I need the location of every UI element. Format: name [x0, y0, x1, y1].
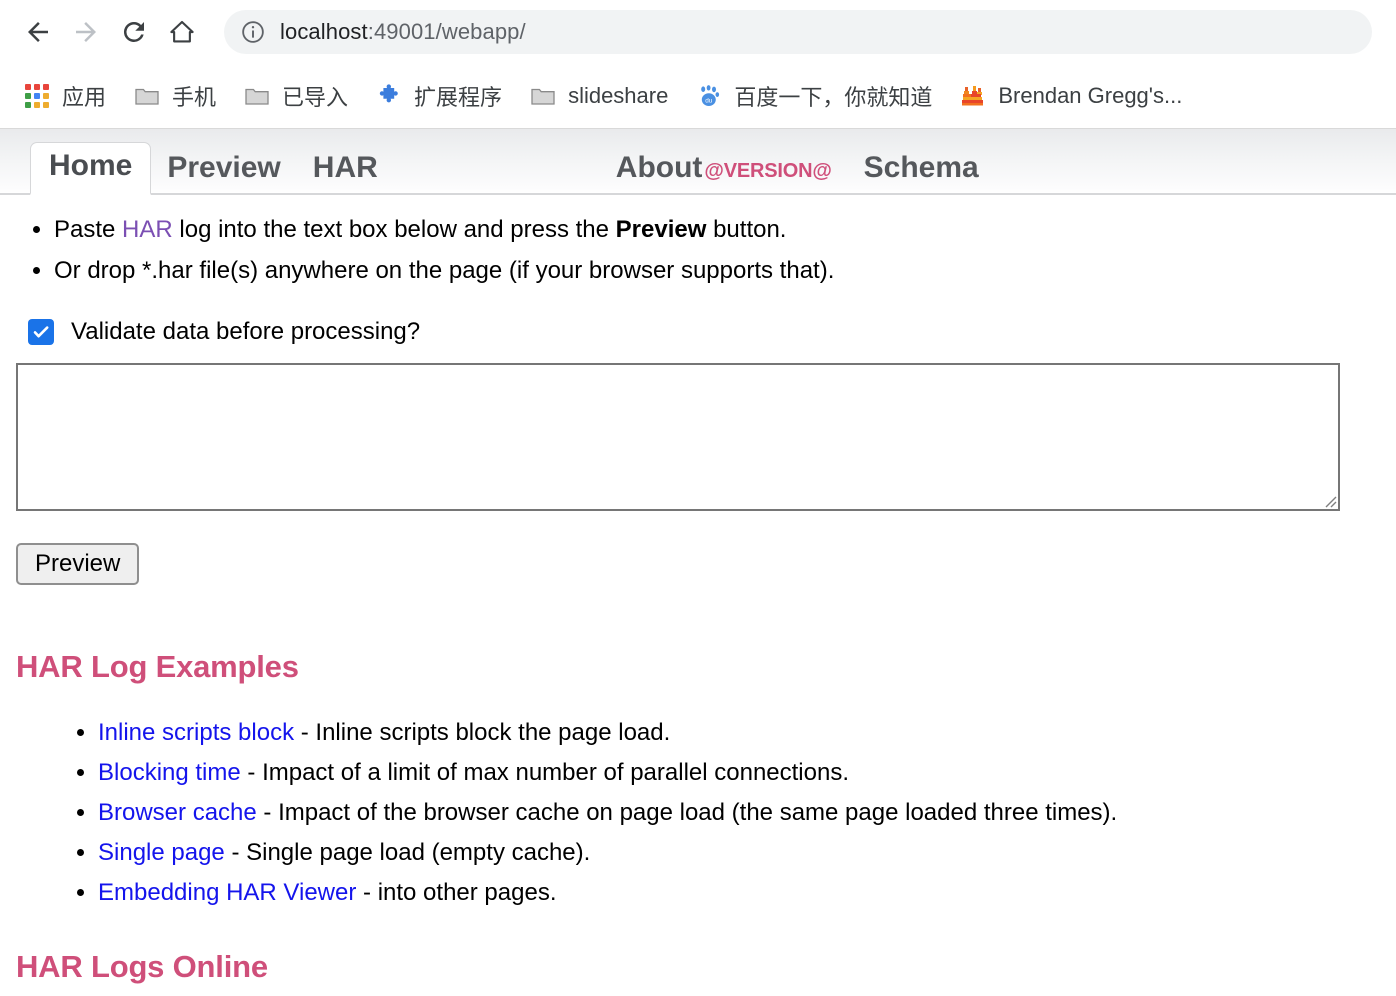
apps-grid-icon: [24, 83, 50, 109]
reload-icon: [123, 21, 144, 42]
tab-about[interactable]: About @VERSION@: [600, 147, 848, 195]
har-input-wrapper: [16, 362, 1340, 511]
puzzle-glyph: [379, 84, 398, 103]
instruction-item-paste: Paste HAR log into the text box below an…: [54, 209, 1380, 250]
example-link[interactable]: Embedding HAR Viewer: [98, 879, 356, 906]
tab-schema[interactable]: Schema: [848, 147, 995, 195]
bookmark-label: Brendan Gregg's...: [998, 83, 1183, 108]
bookmark-baidu[interactable]: du 百度一下，你就知道: [688, 74, 940, 118]
baidu-glyph: du: [701, 85, 720, 106]
instruction-pre: Paste: [54, 216, 123, 243]
address-bar-url: localhost:49001/webapp/: [280, 19, 526, 45]
instruction-post: button.: [706, 216, 787, 243]
bookmark-label: 手机: [172, 85, 217, 110]
example-desc: - Impact of the browser cache on page lo…: [256, 798, 1118, 826]
folder-icon: [244, 83, 270, 109]
instructions-list: Paste HAR log into the text box below an…: [16, 209, 1380, 292]
har-spec-link[interactable]: HAR: [122, 216, 173, 243]
example-link[interactable]: Inline scripts block: [98, 719, 294, 746]
bookmark-label: 扩展程序: [414, 85, 503, 110]
example-desc: - Single page load (empty cache).: [224, 838, 591, 866]
browser-nav-bar: localhost:49001/webapp/: [0, 0, 1396, 64]
example-item-embedding: Embedding HAR Viewer - into other pages.: [98, 873, 1380, 913]
validate-checkbox-row[interactable]: Validate data before processing?: [28, 318, 1380, 346]
checkmark-icon: [33, 325, 49, 338]
flamegraph-icon: [960, 83, 986, 109]
bookmark-folder-slideshare[interactable]: slideshare: [522, 74, 676, 118]
bookmark-apps[interactable]: 应用: [16, 74, 114, 118]
bookmark-folder-imported[interactable]: 已导入: [236, 74, 356, 118]
example-link[interactable]: Browser cache: [98, 799, 257, 826]
baidu-paw-icon: du: [696, 83, 722, 109]
puzzle-piece-icon: [376, 83, 402, 109]
bookmark-label: 应用: [62, 85, 107, 110]
instruction-mid: log into the text box below and press th…: [172, 216, 616, 243]
home-button[interactable]: [158, 8, 206, 56]
info-circle-icon[interactable]: [240, 19, 266, 45]
folder-glyph: [531, 88, 555, 105]
app-tab-strip: Home Preview HAR About @VERSION@ Schema: [0, 129, 1396, 195]
url-host: localhost: [280, 19, 368, 44]
example-item-blocking-time: Blocking time - Impact of a limit of max…: [98, 753, 1380, 793]
bookmark-brendan-gregg[interactable]: Brendan Gregg's...: [952, 74, 1190, 118]
preview-button[interactable]: Preview: [16, 542, 140, 585]
url-path: :49001/webapp/: [367, 19, 526, 44]
folder-icon: [134, 83, 160, 109]
flamegraph-glyph: [962, 86, 984, 106]
example-desc: - Impact of a limit of max number of par…: [240, 758, 849, 786]
forward-arrow-icon: [76, 22, 96, 42]
tab-har[interactable]: HAR: [297, 147, 394, 195]
example-item-browser-cache: Browser cache - Impact of the browser ca…: [98, 793, 1380, 833]
validate-checkbox-label: Validate data before processing?: [71, 317, 421, 345]
har-log-examples-heading: HAR Log Examples: [16, 648, 299, 684]
har-log-examples-list: Inline scripts block - Inline scripts bl…: [16, 713, 1380, 913]
validate-checkbox[interactable]: [28, 318, 54, 345]
page-content: Paste HAR log into the text box below an…: [0, 209, 1396, 985]
example-item-single-page: Single page - Single page load (empty ca…: [98, 833, 1380, 873]
bookmark-folder-phone[interactable]: 手机: [126, 74, 224, 118]
browser-chrome: localhost:49001/webapp/ 应用 手机 已导入 扩展程序 s…: [0, 0, 1396, 129]
svg-text:du: du: [706, 98, 714, 105]
folder-glyph: [135, 88, 159, 105]
back-button[interactable]: [14, 8, 62, 56]
instruction-item-drop: Or drop *.har file(s) anywhere on the pa…: [54, 250, 1380, 291]
har-logs-online-heading: HAR Logs Online: [16, 948, 268, 984]
webpage-viewport: Home Preview HAR About@VERSION@ Schema P…: [0, 129, 1396, 995]
forward-button[interactable]: [62, 8, 110, 56]
folder-icon: [530, 83, 556, 109]
tab-about-label: About: [615, 151, 703, 184]
har-input-textarea[interactable]: [16, 362, 1340, 511]
tab-home[interactable]: Home: [30, 142, 152, 195]
bookmarks-bar: 应用 手机 已导入 扩展程序 slideshare du 百度一下，你就知道 B…: [0, 64, 1396, 128]
example-desc: - into other pages.: [356, 878, 557, 906]
bookmark-label: 已导入: [282, 85, 349, 110]
instruction-bold-preview: Preview: [615, 216, 707, 243]
example-link[interactable]: Single page: [98, 839, 225, 866]
example-item-inline-scripts: Inline scripts block - Inline scripts bl…: [98, 713, 1380, 753]
bookmark-label: 百度一下，你就知道: [734, 85, 933, 110]
back-arrow-icon: [28, 22, 48, 42]
bookmark-label: slideshare: [568, 83, 669, 108]
example-link[interactable]: Blocking time: [98, 759, 241, 786]
bookmark-extensions[interactable]: 扩展程序: [368, 74, 510, 118]
reload-button[interactable]: [110, 8, 158, 56]
home-icon: [170, 20, 194, 43]
version-tag: @VERSION@: [704, 160, 832, 182]
example-desc: - Inline scripts block the page load.: [294, 718, 671, 746]
tab-preview[interactable]: Preview: [151, 147, 296, 195]
folder-glyph: [245, 88, 269, 105]
address-bar[interactable]: localhost:49001/webapp/: [224, 10, 1372, 54]
